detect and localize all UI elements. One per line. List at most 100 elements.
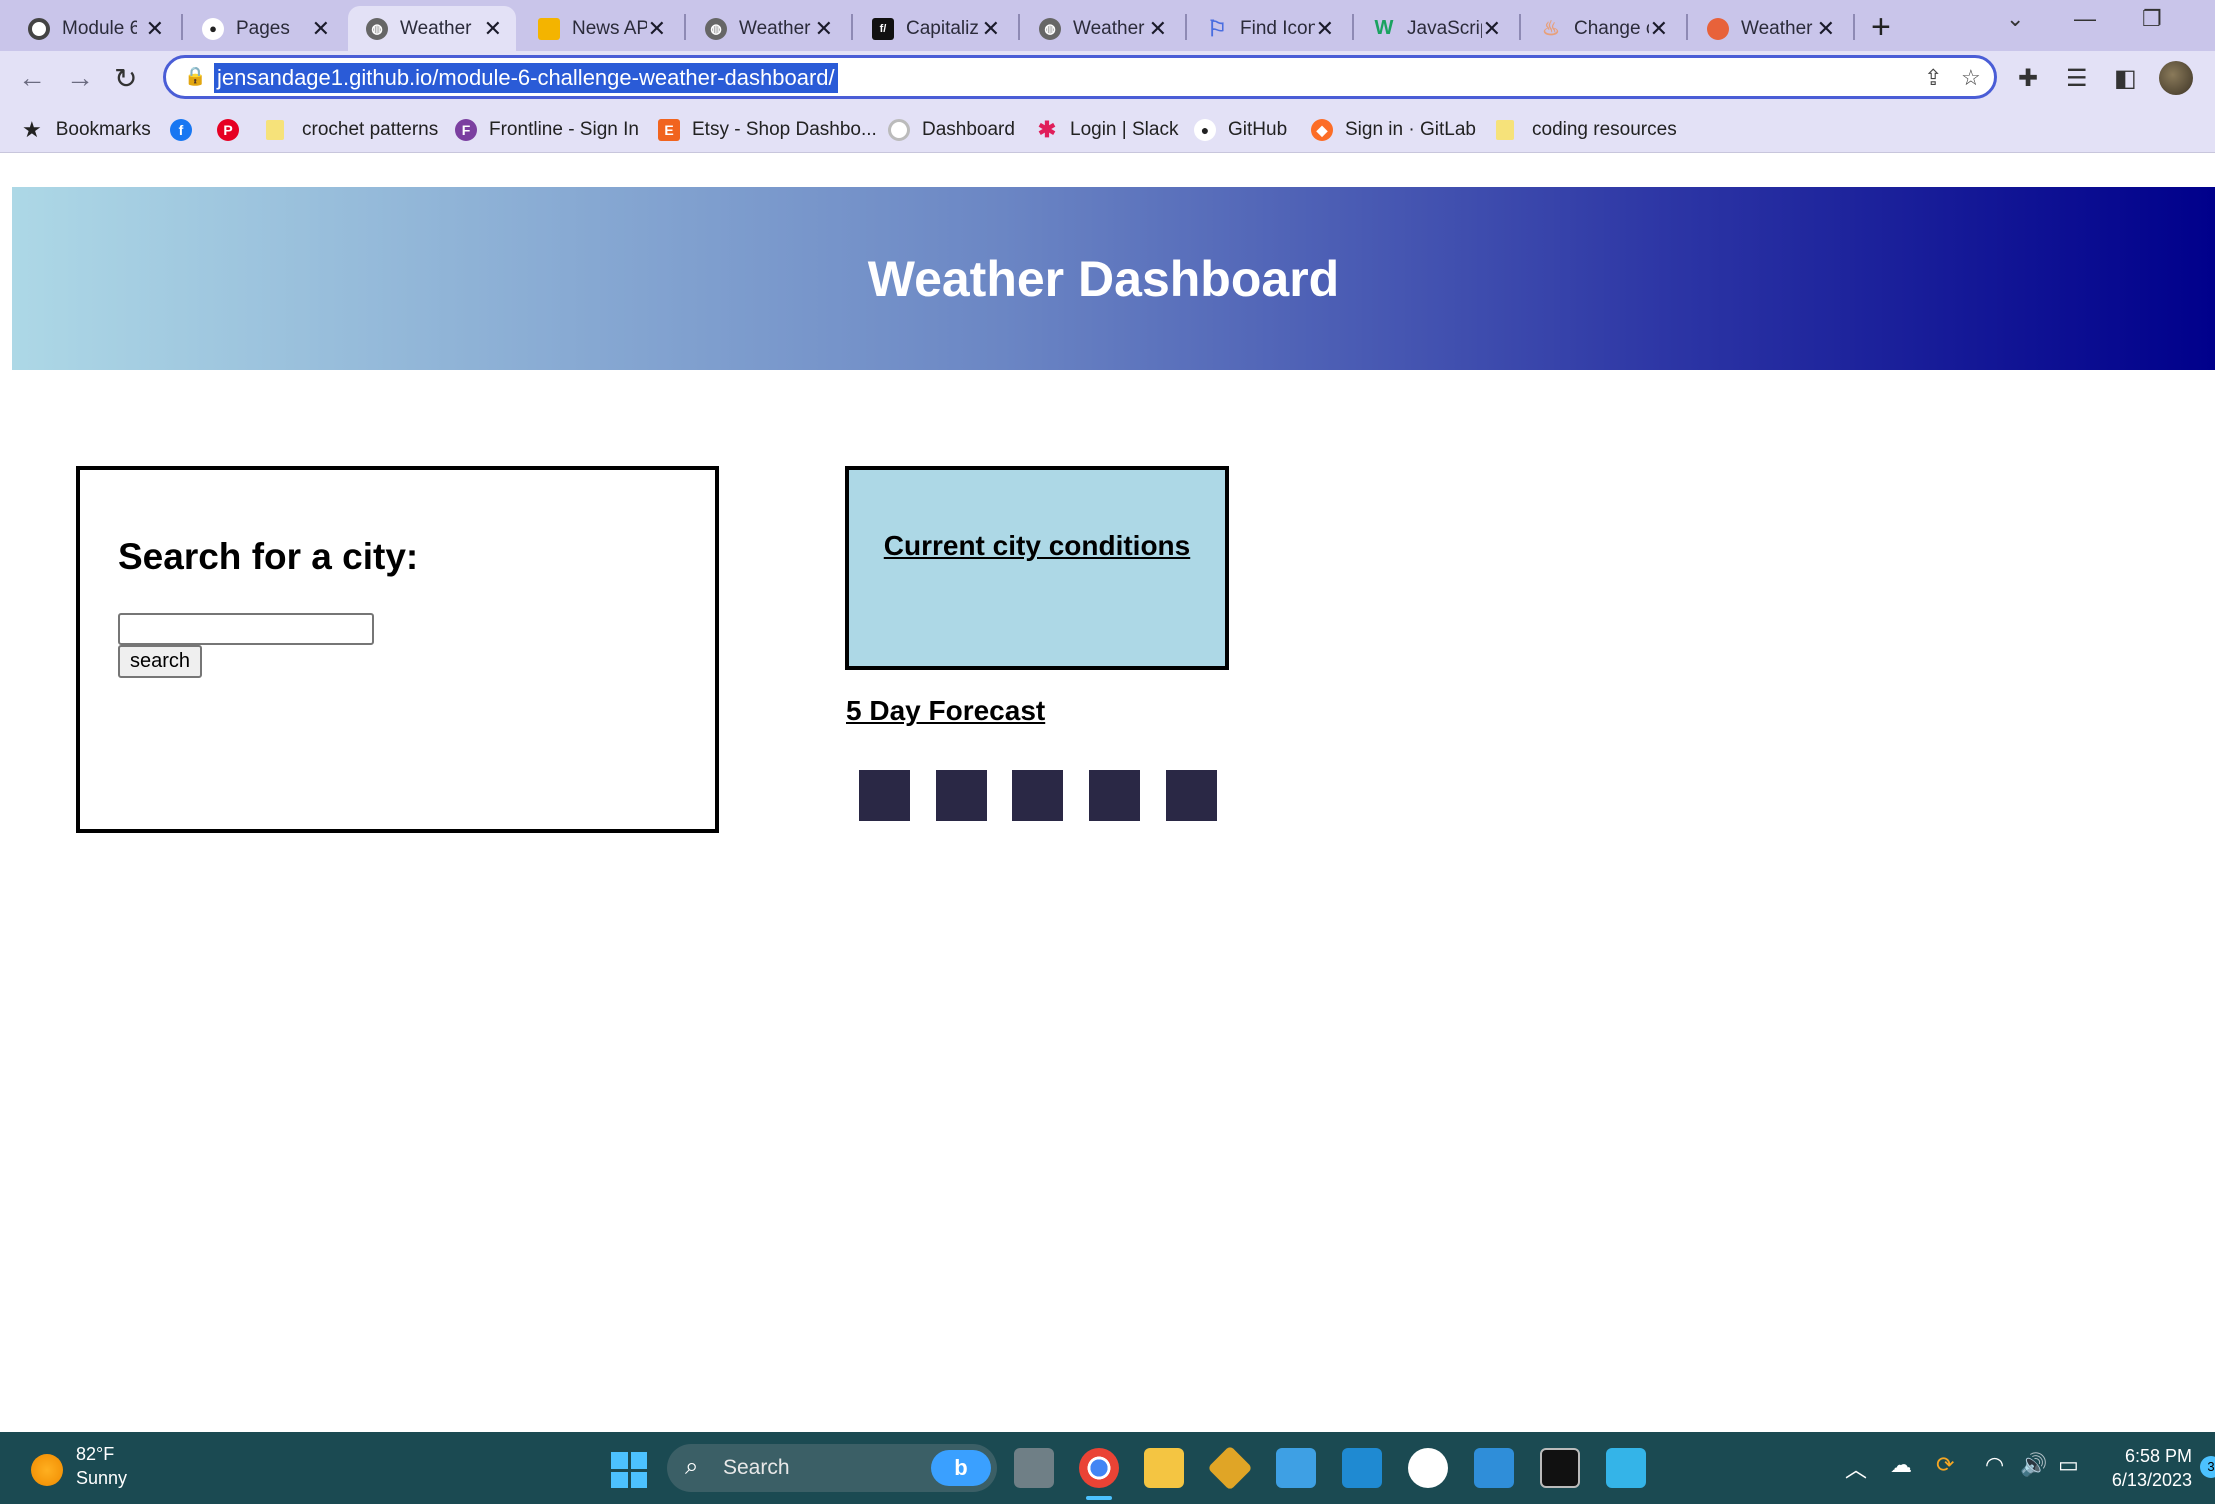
search-heading: Search for a city: [118, 536, 419, 577]
close-icon[interactable]: ✕ [982, 16, 1000, 42]
close-icon[interactable]: ✕ [484, 16, 502, 42]
tab-change[interactable]: ♨ Change c ✕ [1522, 6, 1682, 51]
bookmark-pinterest[interactable]: P [217, 115, 251, 145]
notification-badge[interactable]: 3 [2200, 1456, 2215, 1478]
bing-icon[interactable]: b [931, 1450, 991, 1486]
search-button[interactable]: search [118, 645, 203, 678]
taskbar-search[interactable]: ⌕ Search b [667, 1444, 997, 1492]
restore-icon[interactable]: ❐ [2142, 6, 2162, 32]
freecodecamp-icon: f/ [872, 17, 894, 40]
page-title: Weather Dashboard [867, 250, 1340, 307]
onedrive-icon[interactable]: ☁ [1890, 1452, 1912, 1478]
profile-avatar[interactable] [2159, 61, 2193, 95]
bookmark-github[interactable]: ● GitHub [1194, 115, 1287, 145]
clock-date: 6/13/2023 [2111, 1470, 2192, 1490]
close-icon[interactable]: ✕ [1817, 16, 1835, 42]
back-arrow-icon[interactable]: ← [18, 62, 46, 94]
tab-title: Weather [1073, 17, 1145, 39]
reload-icon[interactable]: ↻ [114, 62, 137, 95]
tab-title: News AP [572, 17, 647, 39]
close-icon[interactable]: ✕ [312, 16, 330, 42]
side-panel-icon[interactable]: ◧ [2114, 64, 2137, 93]
address-bar[interactable]: 🔒 jensandage1.github.io/module-6-challen… [163, 55, 1997, 99]
git-icon[interactable] [1207, 1445, 1253, 1491]
forecast-day-card [1089, 770, 1140, 821]
control-panel-icon[interactable] [1276, 1448, 1316, 1488]
taskbar-search-label: Search [723, 1456, 790, 1479]
tab-capitalize[interactable]: f/ Capitaliz ✕ [854, 6, 1014, 51]
tab-find-icons[interactable]: ⚐ Find Icon ✕ [1188, 6, 1348, 51]
tab-separator [684, 14, 686, 40]
tab-separator [1686, 14, 1688, 40]
close-icon[interactable]: ✕ [815, 16, 833, 42]
tab-module[interactable]: Module 6 ✕ [10, 6, 178, 51]
close-icon[interactable]: ✕ [648, 16, 666, 42]
city-search-input[interactable] [118, 613, 374, 645]
bookmark-star-icon[interactable]: ☆ [1961, 65, 1981, 91]
sun-icon[interactable] [31, 1454, 63, 1486]
bookmark-crochet-patterns[interactable]: crochet patterns [266, 115, 438, 145]
vscode-icon[interactable] [1342, 1448, 1382, 1488]
battery-icon[interactable]: ▭ [2058, 1452, 2079, 1478]
page-header: Weather Dashboard [12, 187, 2215, 370]
reading-list-icon[interactable]: ☰ [2066, 64, 2088, 93]
chevron-up-icon[interactable]: ︿ [1845, 1452, 1867, 1484]
folder-icon [1496, 120, 1514, 140]
bookmark-dashboard[interactable]: Dashboard [888, 115, 1015, 145]
tab-search-icon[interactable]: ⌄ [2006, 6, 2024, 32]
clock-time: 6:58 PM [2124, 1446, 2192, 1466]
share-icon[interactable]: ⇪ [1924, 65, 1942, 91]
system-clock[interactable]: 6:58 PM 6/13/2023 [2108, 1444, 2192, 1492]
close-icon[interactable]: ✕ [1483, 16, 1501, 42]
extensions-icon[interactable]: ✚ [2018, 64, 2038, 93]
page-viewport: Weather Dashboard Search for a city: sea… [0, 153, 2215, 1432]
close-icon[interactable]: ✕ [1316, 16, 1334, 42]
bookmark-gitlab[interactable]: ◆ Sign in · GitLab [1311, 115, 1476, 145]
bookmark-label: Etsy - Shop Dashbo... [692, 119, 877, 140]
bookmarks-menu[interactable]: ★ Bookmarks [22, 115, 151, 145]
sync-icon[interactable]: ⟳ [1936, 1452, 1954, 1478]
pinterest-icon: P [217, 119, 239, 141]
tab-pages[interactable]: ● Pages ✕ [184, 6, 344, 51]
tab-weather-active[interactable]: ◍ Weather ✕ [348, 6, 516, 51]
file-explorer-icon[interactable] [1144, 1448, 1184, 1488]
weather-condition[interactable]: Sunny [76, 1468, 127, 1489]
tab-title: Pages [236, 17, 290, 39]
forecast-heading: 5 Day Forecast [846, 695, 1046, 726]
close-icon[interactable]: ✕ [1149, 16, 1167, 42]
weather-temperature[interactable]: 82°F [76, 1444, 114, 1465]
photos-icon[interactable] [1474, 1448, 1514, 1488]
bookmark-slack[interactable]: ✱ Login | Slack [1036, 115, 1179, 145]
globe-icon: ◍ [366, 17, 388, 40]
tab-javascript[interactable]: W JavaScrip ✕ [1355, 6, 1515, 51]
bookmark-frontline[interactable]: F Frontline - Sign In [455, 115, 639, 145]
globe-icon: ◍ [1039, 17, 1061, 40]
notepad-icon[interactable] [1606, 1448, 1646, 1488]
current-conditions-card: Current city conditions [845, 466, 1229, 670]
tab-weather-4[interactable]: Weather ✕ [1689, 6, 1849, 51]
bookmark-label: GitHub [1228, 119, 1288, 140]
forward-arrow-icon[interactable]: → [66, 62, 94, 94]
tab-title: Weather [739, 17, 811, 39]
minimize-icon[interactable]: — [2074, 6, 2096, 32]
task-view-icon[interactable] [1014, 1448, 1054, 1488]
close-icon[interactable]: ✕ [146, 16, 164, 42]
new-tab-button[interactable]: + [1871, 8, 1891, 47]
tab-news-api[interactable]: News AP ✕ [520, 6, 680, 51]
flag-icon: ⚐ [1207, 15, 1227, 41]
wifi-icon[interactable]: ◠ [1985, 1452, 2004, 1478]
lock-icon[interactable]: 🔒 [184, 66, 206, 87]
terminal-icon[interactable] [1540, 1448, 1580, 1488]
tab-weather-2[interactable]: ◍ Weather ✕ [687, 6, 847, 51]
bookmark-facebook[interactable]: f [170, 115, 204, 145]
bookmark-etsy[interactable]: E Etsy - Shop Dashbo... [658, 115, 877, 145]
url-text[interactable]: jensandage1.github.io/module-6-challenge… [214, 63, 838, 93]
star-icon: ★ [22, 117, 42, 142]
windows-start-icon[interactable] [611, 1452, 647, 1488]
chrome-icon[interactable] [1079, 1448, 1119, 1488]
close-icon[interactable]: ✕ [1650, 16, 1668, 42]
bookmark-coding-resources[interactable]: coding resources [1496, 115, 1677, 145]
slack-icon[interactable] [1408, 1448, 1448, 1488]
volume-icon[interactable]: 🔊 [2020, 1452, 2047, 1478]
tab-weather-3[interactable]: ◍ Weather ✕ [1021, 6, 1181, 51]
